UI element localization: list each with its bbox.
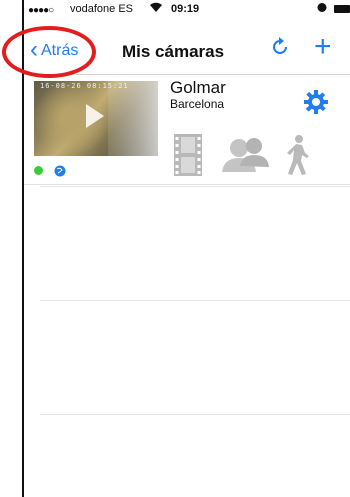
gear-icon[interactable] [304, 90, 328, 114]
status-bar: ●●●●○ vodafone ES 09:19 [24, 0, 350, 22]
refresh-icon[interactable] [268, 35, 292, 59]
add-camera-button[interactable]: + [314, 30, 332, 64]
chevron-left-icon: ‹ [30, 36, 38, 63]
battery-icon [334, 5, 350, 13]
thumbnail-overlay [108, 81, 158, 156]
users-icon[interactable] [222, 136, 270, 174]
signal-strength: ●●●●○ [28, 5, 54, 16]
camera-location: Barcelona [170, 97, 225, 111]
wifi-icon [149, 1, 163, 16]
page-title: Mis cámaras [122, 42, 225, 61]
camera-name: Golmar [170, 78, 226, 97]
list-separator [40, 414, 350, 415]
film-icon[interactable] [174, 134, 202, 176]
list-separator [40, 300, 350, 301]
camera-list-item[interactable]: 16-08-26 08:15:21 Golmar Barcelona [24, 76, 350, 185]
back-button[interactable]: ‹ Atrás [30, 36, 79, 63]
carrier-label: vodafone ES [70, 3, 133, 15]
camera-thumbnail[interactable]: 16-08-26 08:15:21 [34, 81, 158, 156]
clock: 09:19 [171, 3, 200, 15]
globe-icon [54, 164, 66, 177]
walking-person-icon[interactable] [282, 134, 312, 176]
play-icon [86, 104, 104, 128]
thumbnail-timestamp: 16-08-26 08:15:21 [40, 82, 129, 90]
online-status-dot [34, 166, 43, 175]
app-screen: ●●●●○ vodafone ES 09:19 ‹ Atrás Mis cáma… [0, 0, 350, 497]
alarm-icon [316, 1, 328, 16]
list-separator [40, 186, 350, 187]
back-label: Atrás [41, 42, 79, 59]
navigation-bar: ‹ Atrás Mis cámaras + [24, 22, 350, 75]
